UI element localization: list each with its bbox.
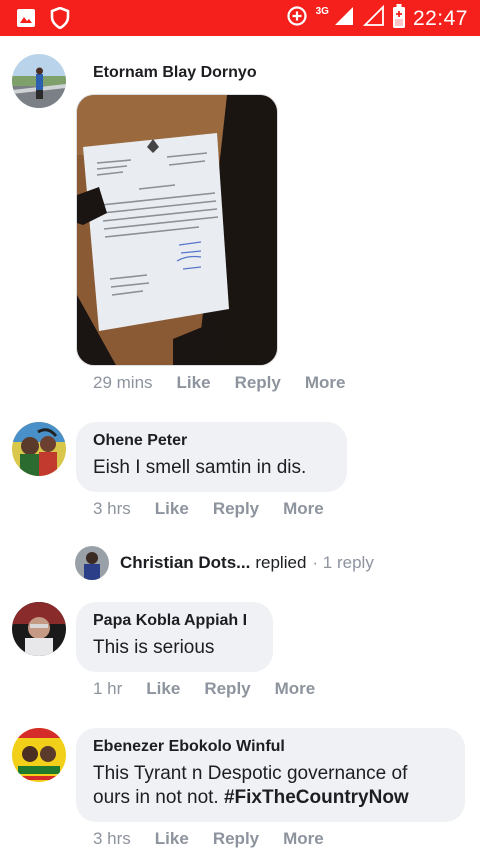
more-button[interactable]: More: [275, 679, 316, 699]
reply-button[interactable]: Reply: [213, 499, 259, 519]
comment-actions: 3 hrs Like Reply More: [93, 499, 348, 519]
comment-time: 1 hr: [93, 679, 123, 698]
like-button[interactable]: Like: [155, 829, 189, 849]
avatar: [75, 546, 109, 580]
comment-bubble: Ohene Peter Eish I smell samtin in dis.: [76, 422, 347, 492]
signal-empty-icon: [362, 4, 385, 32]
comment-text: This Tyrant n Despotic governance of our…: [93, 762, 447, 810]
more-button[interactable]: More: [283, 829, 324, 849]
comment-time: 3 hrs: [93, 829, 131, 848]
comment-text: This is serious: [93, 637, 215, 658]
avatar[interactable]: [12, 54, 66, 108]
more-button[interactable]: More: [283, 499, 324, 519]
like-button[interactable]: Like: [155, 499, 189, 519]
more-button[interactable]: More: [305, 373, 346, 393]
like-button[interactable]: Like: [146, 679, 180, 699]
comment-actions: 3 hrs Like Reply More: [93, 829, 348, 849]
data-saver-icon: [286, 5, 308, 32]
like-button[interactable]: Like: [177, 373, 211, 393]
comment-bubble: Ebenezer Ebokolo Winful This Tyrant n De…: [76, 728, 465, 822]
reply-author[interactable]: Christian Dots...: [120, 553, 250, 573]
reply-action: replied: [255, 553, 307, 572]
reply-count: · 1 reply: [312, 553, 374, 572]
status-bar: 3G 22:47: [0, 0, 480, 36]
comment-actions: 29 mins Like Reply More: [93, 373, 369, 393]
comment-author[interactable]: Papa Kobla Appiah I: [93, 612, 255, 630]
comment-bubble: Papa Kobla Appiah I This is serious: [76, 602, 273, 672]
image-icon: [16, 8, 36, 33]
signal-icon: [333, 5, 355, 32]
comment-time: 29 mins: [93, 373, 153, 392]
avatar[interactable]: [12, 728, 66, 782]
reply-button[interactable]: Reply: [204, 679, 250, 699]
comment-author[interactable]: Etornam Blay Dornyo: [93, 64, 257, 82]
reply-preview[interactable]: Christian Dots... replied · 1 reply: [75, 545, 374, 581]
comment-photo[interactable]: [76, 94, 278, 366]
avatar[interactable]: [12, 602, 66, 656]
comment-author[interactable]: Ohene Peter: [93, 432, 329, 450]
hashtag-link[interactable]: #FixTheCountryNow: [224, 787, 409, 808]
reply-button[interactable]: Reply: [213, 829, 259, 849]
clock: 22:47: [412, 6, 468, 30]
reply-button[interactable]: Reply: [235, 373, 281, 393]
comment-actions: 1 hr Like Reply More: [93, 679, 339, 699]
avatar[interactable]: [12, 422, 66, 476]
battery-charging-icon: [392, 4, 405, 33]
shield-icon: [50, 6, 70, 34]
comment-text: Eish I smell samtin in dis.: [93, 457, 307, 478]
comment-author[interactable]: Ebenezer Ebokolo Winful: [93, 738, 447, 756]
comment-time: 3 hrs: [93, 499, 131, 518]
network-type-label: 3G: [315, 6, 329, 17]
